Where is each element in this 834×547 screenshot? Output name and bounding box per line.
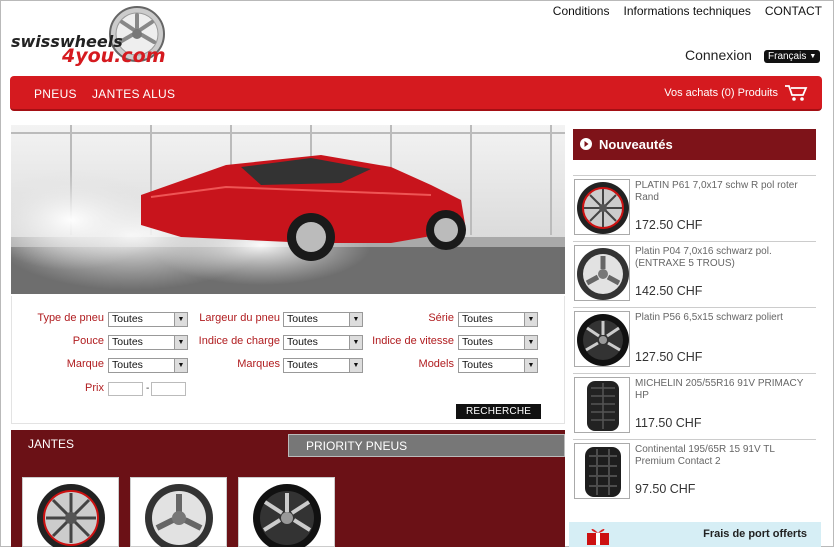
product-card[interactable]: Platin P56 6,5x15 schwarz poliert 127.50… bbox=[573, 307, 816, 373]
rim-icon bbox=[574, 179, 630, 235]
product-price: 97.50 CHF bbox=[635, 482, 696, 496]
tire-search-form: Type de pneu Toutes ▼ Largeur du pneu Tou… bbox=[11, 296, 565, 424]
dropdown-arrow-icon: ▼ bbox=[524, 359, 537, 372]
site-logo[interactable]: swisswheels 4you.com bbox=[10, 4, 186, 67]
rim-icon bbox=[37, 484, 105, 547]
dropdown-arrow-icon: ▼ bbox=[349, 336, 362, 349]
tab-jantes[interactable]: JANTES bbox=[11, 430, 288, 457]
select-indice-vitesse[interactable]: Toutes ▼ bbox=[458, 335, 538, 350]
nouveautes-title: Nouveautés bbox=[599, 137, 673, 152]
dropdown-arrow-icon: ▼ bbox=[349, 313, 362, 326]
price-max-input[interactable] bbox=[151, 382, 186, 396]
product-name: Continental 195/65R 15 91V TL Premium Co… bbox=[635, 444, 775, 467]
menu-item-jantes-alus[interactable]: JANTES ALUS bbox=[92, 87, 175, 101]
select-value: Toutes bbox=[112, 313, 143, 325]
rim-icon bbox=[574, 245, 630, 301]
product-price: 172.50 CHF bbox=[635, 218, 703, 232]
label-prix: Prix bbox=[85, 382, 104, 394]
cart-label: Vos achats (0) Produits bbox=[664, 87, 778, 99]
tire-icon bbox=[574, 377, 630, 433]
free-shipping-banner[interactable]: Frais de port offerts bbox=[569, 522, 821, 547]
product-name: PLATIN P61 7,0x17 schw R pol roter Rand bbox=[635, 180, 798, 203]
label-indice-charge: Indice de charge bbox=[198, 335, 280, 347]
select-marques[interactable]: Toutes ▼ bbox=[283, 358, 363, 373]
label-pouce: Pouce bbox=[72, 335, 104, 347]
label-models: Models bbox=[418, 358, 454, 370]
nav-link-conditions[interactable]: Conditions bbox=[553, 4, 610, 18]
select-value: Toutes bbox=[462, 336, 493, 348]
price-min-input[interactable] bbox=[108, 382, 143, 396]
product-thumbnail[interactable] bbox=[22, 477, 119, 547]
select-serie[interactable]: Toutes ▼ bbox=[458, 312, 538, 327]
select-value: Toutes bbox=[112, 359, 143, 371]
main-menu-bar: PNEUS JANTES ALUS Vos achats (0) Produit… bbox=[10, 76, 822, 111]
select-type-pneu[interactable]: Toutes ▼ bbox=[108, 312, 188, 327]
select-pouce[interactable]: Toutes ▼ bbox=[108, 335, 188, 350]
select-models[interactable]: Toutes ▼ bbox=[458, 358, 538, 373]
language-select[interactable]: Français ▼ bbox=[764, 50, 821, 63]
product-thumbnail[interactable] bbox=[238, 477, 335, 547]
rim-icon bbox=[574, 311, 630, 367]
cart-link[interactable]: Vos achats (0) Produits bbox=[664, 84, 808, 102]
product-name: Platin P04 7,0x16 schwarz pol. (ENTRAXE … bbox=[635, 246, 772, 269]
label-marque: Marque bbox=[66, 358, 104, 370]
nouveautes-header: Nouveautés bbox=[573, 129, 816, 160]
label-indice-vitesse: Indice de vitesse bbox=[372, 335, 454, 347]
chevron-down-icon: ▼ bbox=[809, 53, 817, 60]
product-card[interactable]: Platin P04 7,0x16 schwarz pol. (ENTRAXE … bbox=[573, 241, 816, 307]
rim-icon bbox=[253, 484, 321, 547]
product-card[interactable]: MICHELIN 205/55R16 91V PRIMACY HP 117.50… bbox=[573, 373, 816, 439]
select-value: Toutes bbox=[112, 336, 143, 348]
dropdown-arrow-icon: ▼ bbox=[174, 313, 187, 326]
arrow-circle-icon bbox=[580, 138, 592, 150]
tire-icon bbox=[574, 443, 630, 499]
select-indice-charge[interactable]: Toutes ▼ bbox=[283, 335, 363, 350]
free-shipping-text: Frais de port offerts bbox=[703, 528, 807, 540]
tab-priority-pneus[interactable]: PRIORITY PNEUS bbox=[288, 434, 565, 457]
nav-link-informations[interactable]: Informations techniques bbox=[623, 4, 750, 18]
price-separator: - bbox=[146, 383, 150, 394]
label-largeur: Largeur du pneu bbox=[199, 312, 280, 324]
product-thumbnail[interactable] bbox=[130, 477, 227, 547]
select-value: Toutes bbox=[462, 313, 493, 325]
svg-text:4you.com: 4you.com bbox=[61, 45, 166, 66]
product-price: 142.50 CHF bbox=[635, 284, 703, 298]
dropdown-arrow-icon: ▼ bbox=[174, 336, 187, 349]
select-marque[interactable]: Toutes ▼ bbox=[108, 358, 188, 373]
language-value: Français bbox=[768, 51, 807, 62]
product-price: 127.50 CHF bbox=[635, 350, 703, 364]
search-button[interactable]: RECHERCHE bbox=[456, 404, 542, 419]
dropdown-arrow-icon: ▼ bbox=[174, 359, 187, 372]
top-nav: Conditions Informations techniques CONTA… bbox=[553, 4, 822, 18]
menu-item-pneus[interactable]: PNEUS bbox=[34, 87, 77, 101]
product-name: Platin P56 6,5x15 schwarz poliert bbox=[635, 312, 783, 323]
select-value: Toutes bbox=[287, 359, 318, 371]
login-link[interactable]: Connexion bbox=[685, 47, 752, 63]
label-marques: Marques bbox=[237, 358, 280, 370]
hero-banner-image bbox=[11, 125, 565, 294]
rim-icon bbox=[145, 484, 213, 547]
product-name: MICHELIN 205/55R16 91V PRIMACY HP bbox=[635, 378, 804, 401]
product-price: 117.50 CHF bbox=[635, 416, 702, 430]
dropdown-arrow-icon: ▼ bbox=[524, 336, 537, 349]
nav-link-contact[interactable]: CONTACT bbox=[765, 4, 822, 18]
label-type-pneu: Type de pneu bbox=[37, 312, 104, 324]
select-largeur[interactable]: Toutes ▼ bbox=[283, 312, 363, 327]
dropdown-arrow-icon: ▼ bbox=[349, 359, 362, 372]
gift-icon bbox=[587, 528, 609, 545]
select-value: Toutes bbox=[287, 313, 318, 325]
product-tabs: JANTES PRIORITY PNEUS bbox=[11, 430, 565, 547]
product-card[interactable]: PLATIN P61 7,0x17 schw R pol roter Rand … bbox=[573, 175, 816, 241]
select-value: Toutes bbox=[287, 336, 318, 348]
product-card[interactable]: Continental 195/65R 15 91V TL Premium Co… bbox=[573, 439, 816, 505]
shopping-cart-icon bbox=[785, 85, 808, 101]
select-value: Toutes bbox=[462, 359, 493, 371]
label-serie: Série bbox=[428, 312, 454, 324]
dropdown-arrow-icon: ▼ bbox=[524, 313, 537, 326]
